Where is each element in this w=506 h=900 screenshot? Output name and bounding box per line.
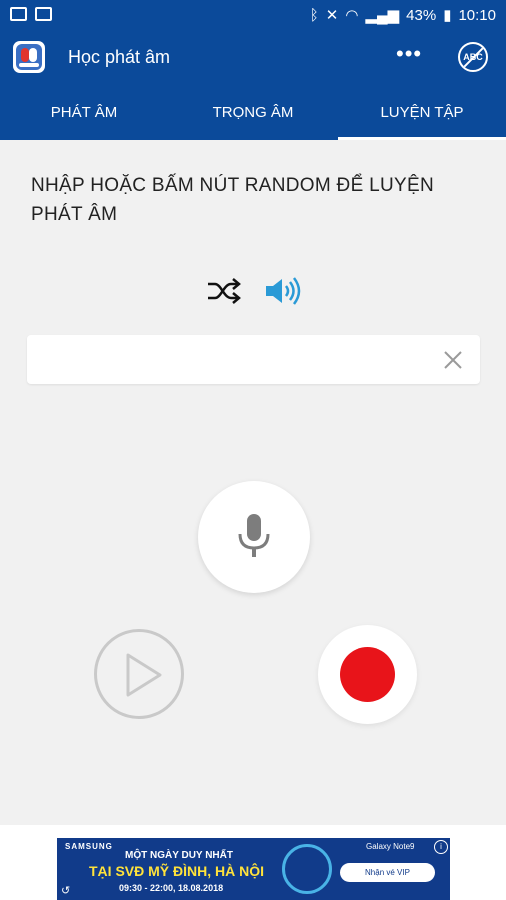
ad-logo-image [282,844,332,894]
tab-phat-am[interactable]: PHÁT ÂM [0,84,168,140]
status-bar: ᛒ ✕ ◠ ▂▄▆ 43% ▮ 10:10 [0,0,506,32]
microphone-button[interactable] [198,481,310,593]
news-notification-icon [35,7,52,21]
battery-text: 43% [406,6,437,24]
ad-line-1: MỘT NGÀY DUY NHẤT [125,850,233,861]
app-logo-icon [13,41,45,73]
clock: 10:10 [458,6,496,24]
battery-icon: ▮ [443,7,452,24]
play-button[interactable] [94,629,184,719]
ad-info-icon[interactable]: i [434,840,448,854]
microphone-icon [238,514,270,557]
clear-icon[interactable] [443,350,463,370]
shuffle-icon[interactable] [206,276,242,306]
word-input-box [27,335,480,384]
app-bar: Học phát âm ••• ABC [0,32,506,84]
tab-trong-am[interactable]: TRỌNG ÂM [169,84,337,140]
action-icons [206,276,306,306]
signal-icon: ▂▄▆ [365,7,400,24]
ad-cta-button[interactable]: Nhận vé VIP [340,863,435,882]
app-title: Học phát âm [68,47,171,67]
ad-banner[interactable]: SAMSUNG MỘT NGÀY DUY NHẤT TẠI SVĐ MỸ ĐÌN… [57,838,450,900]
mute-icon: ✕ [325,7,339,24]
tab-luyen-tap[interactable]: LUYỆN TẬP [338,84,506,140]
record-icon [340,647,395,702]
play-icon [126,653,162,697]
ad-product: Galaxy Note9 [366,842,415,851]
record-button[interactable] [318,625,417,724]
ad-line-3: 09:30 - 22:00, 18.08.2018 [119,883,224,893]
speaker-icon[interactable] [264,276,302,306]
gallery-notification-icon [10,7,27,21]
ad-replay-icon[interactable]: ↺ [61,884,70,897]
tab-bar: PHÁT ÂM TRỌNG ÂM LUYỆN TẬP [0,84,506,140]
more-icon[interactable]: ••• [396,43,422,65]
wifi-icon: ◠ [345,7,359,24]
ad-line-2: TẠI SVĐ MỸ ĐÌNH, HÀ NỘI [89,863,265,879]
instruction-text: NHẬP HOẶC BẤM NÚT RANDOM ĐỂ LUYỆN PHÁT Â… [31,175,434,225]
word-input[interactable] [41,335,435,384]
ad-brand: SAMSUNG [65,842,113,851]
ad-banner-area: SAMSUNG MỘT NGÀY DUY NHẤT TẠI SVĐ MỸ ĐÌN… [0,825,506,900]
no-ads-icon[interactable]: ABC [458,42,488,72]
bluetooth-icon: ᛒ [309,6,319,24]
